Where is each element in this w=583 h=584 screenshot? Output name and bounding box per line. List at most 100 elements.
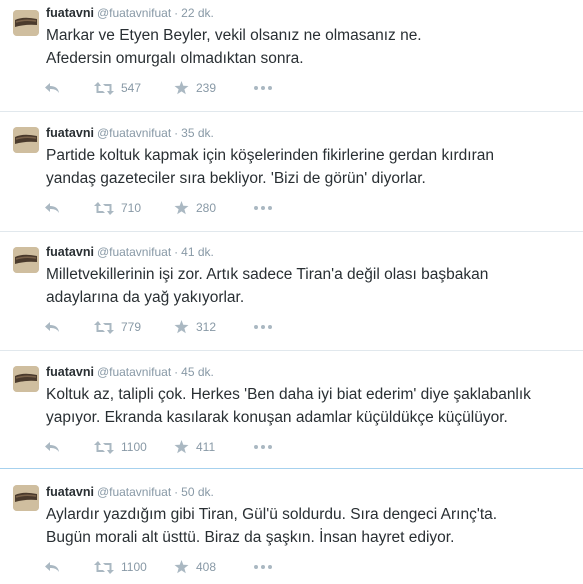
retweet-icon	[94, 440, 114, 454]
profile-avatar[interactable]	[13, 127, 39, 153]
author-fullname[interactable]: fuatavni	[46, 245, 94, 259]
favorite-count: 239	[196, 81, 217, 95]
meta-separator: ·	[174, 126, 179, 140]
reply-icon	[45, 203, 59, 213]
tweet-text-line: Partide koltuk kapmak için köşelerinden …	[46, 147, 494, 164]
meta-separator: ·	[174, 365, 179, 379]
reply-icon	[45, 562, 59, 572]
favorite-star-icon	[174, 440, 189, 454]
favorite-star-icon	[174, 201, 189, 215]
tweet-item[interactable]: fuatavni @fuatavnifuat · 45 dk. Koltuk az, …	[0, 351, 583, 469]
retweet-count: 547	[121, 81, 142, 95]
reply-icon	[45, 83, 59, 93]
tweet-text: Aylardır yazdığım gibi Tiran, Gül'ü sold…	[46, 503, 571, 549]
retweet-count: 779	[121, 320, 142, 334]
tweet-timestamp[interactable]: 50 dk.	[181, 485, 214, 499]
more-dots-icon	[254, 325, 272, 329]
tweet-item[interactable]: fuatavni @fuatavnifuat · 41 dk. Milletvekil…	[0, 232, 583, 351]
favorite-star-icon	[174, 320, 189, 334]
reply-button[interactable]	[44, 79, 66, 97]
retweet-button[interactable]: 779	[94, 318, 174, 336]
more-button[interactable]	[254, 438, 278, 456]
tweet-actions: 779 312	[44, 318, 278, 336]
profile-avatar[interactable]	[13, 247, 39, 273]
retweet-icon	[94, 201, 114, 215]
favorite-button[interactable]: 408	[174, 558, 254, 576]
tweet-header: fuatavni @fuatavnifuat · 45 dk.	[46, 364, 214, 380]
profile-avatar[interactable]	[13, 366, 39, 392]
more-button[interactable]	[254, 79, 278, 97]
author-fullname[interactable]: fuatavni	[46, 485, 94, 499]
meta-separator: ·	[174, 245, 179, 259]
favorite-count: 280	[196, 201, 217, 215]
tweet-item[interactable]: fuatavni @fuatavnifuat · 35 dk. Partide kol…	[0, 112, 583, 232]
retweet-icon	[94, 320, 114, 334]
more-dots-icon	[254, 565, 272, 569]
more-dots-icon	[254, 206, 272, 210]
tweet-timestamp[interactable]: 41 dk.	[181, 245, 214, 259]
more-button[interactable]	[254, 318, 278, 336]
tweet-header: fuatavni @fuatavnifuat · 22 dk.	[46, 5, 214, 21]
tweet-header: fuatavni @fuatavnifuat · 35 dk.	[46, 125, 214, 141]
tweet-timestamp[interactable]: 22 dk.	[181, 6, 214, 20]
profile-avatar[interactable]	[13, 10, 39, 36]
tweet-actions: 1100 411	[44, 438, 278, 456]
tweet-item[interactable]: fuatavni @fuatavnifuat · 50 dk. Aylardır ya…	[0, 469, 583, 584]
favorite-count: 312	[196, 320, 217, 334]
reply-button[interactable]	[44, 199, 66, 217]
favorite-star-icon	[174, 81, 189, 95]
tweet-timestamp[interactable]: 45 dk.	[181, 365, 214, 379]
author-username[interactable]: @fuatavnifuat	[97, 245, 171, 259]
favorite-star-icon	[174, 560, 189, 574]
favorite-button[interactable]: 312	[174, 318, 254, 336]
tweet-text: Partide koltuk kapmak için köşelerinden …	[46, 144, 571, 190]
retweet-button[interactable]: 547	[94, 79, 174, 97]
author-username[interactable]: @fuatavnifuat	[97, 126, 171, 140]
reply-icon	[45, 442, 59, 452]
author-fullname[interactable]: fuatavni	[46, 126, 94, 140]
author-username[interactable]: @fuatavnifuat	[97, 485, 171, 499]
reply-button[interactable]	[44, 438, 66, 456]
tweet-text-line: Afedersin omurgalı olmadıktan sonra.	[46, 50, 304, 67]
tweet-item[interactable]: fuatavni @fuatavnifuat · 22 dk. Markar ve E…	[0, 0, 583, 112]
tweet-header: fuatavni @fuatavnifuat · 41 dk.	[46, 244, 214, 260]
tweet-text: Koltuk az, talipli çok. Herkes 'Ben daha…	[46, 383, 571, 429]
retweet-icon	[94, 560, 114, 574]
meta-separator: ·	[174, 6, 179, 20]
favorite-button[interactable]: 280	[174, 199, 254, 217]
more-dots-icon	[254, 445, 272, 449]
profile-avatar[interactable]	[13, 485, 39, 511]
author-username[interactable]: @fuatavnifuat	[97, 365, 171, 379]
tweet-actions: 1100 408	[44, 558, 278, 576]
author-fullname[interactable]: fuatavni	[46, 6, 94, 20]
more-button[interactable]	[254, 199, 278, 217]
author-fullname[interactable]: fuatavni	[46, 365, 94, 379]
favorite-button[interactable]: 239	[174, 79, 254, 97]
tweet-timeline: fuatavni @fuatavnifuat · 22 dk. Markar ve E…	[0, 0, 583, 584]
reply-icon	[45, 322, 59, 332]
tweet-text-line: yandaş gazeteciler sıra bekliyor. 'Bizi …	[46, 170, 426, 187]
tweet-text-line: Koltuk az, talipli çok. Herkes 'Ben daha…	[46, 386, 531, 403]
tweet-text-line: Markar ve Etyen Beyler, vekil olsanız ne…	[46, 27, 422, 44]
more-button[interactable]	[254, 558, 278, 576]
retweet-count: 1100	[121, 440, 147, 454]
retweet-icon	[94, 81, 114, 95]
retweet-button[interactable]: 1100	[94, 558, 174, 576]
retweet-button[interactable]: 710	[94, 199, 174, 217]
tweet-text: Markar ve Etyen Beyler, vekil olsanız ne…	[46, 24, 571, 70]
favorite-count: 411	[196, 440, 216, 454]
tweet-actions: 710 280	[44, 199, 278, 217]
retweet-button[interactable]: 1100	[94, 438, 174, 456]
tweet-text: Milletvekillerinin işi zor. Artık sadece…	[46, 263, 571, 309]
reply-button[interactable]	[44, 558, 66, 576]
tweet-text-line: Bugün morali alt üsttü. Biraz da şaşkın.…	[46, 529, 455, 546]
retweet-count: 1100	[121, 560, 147, 574]
tweet-timestamp[interactable]: 35 dk.	[181, 126, 214, 140]
reply-button[interactable]	[44, 318, 66, 336]
favorite-button[interactable]: 411	[174, 438, 254, 456]
tweet-text-line: Aylardır yazdığım gibi Tiran, Gül'ü sold…	[46, 506, 498, 523]
retweet-count: 710	[121, 201, 142, 215]
meta-separator: ·	[174, 485, 179, 499]
author-username[interactable]: @fuatavnifuat	[97, 6, 171, 20]
favorite-count: 408	[196, 560, 217, 574]
